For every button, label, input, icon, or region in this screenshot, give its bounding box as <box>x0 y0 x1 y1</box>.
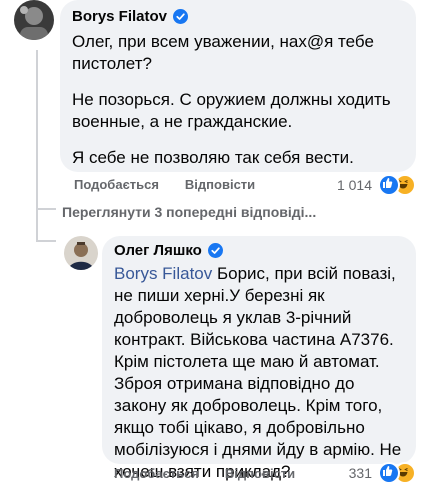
like-button[interactable]: Подобається <box>74 177 159 192</box>
reply-button[interactable]: Відповісти <box>185 177 255 192</box>
like-reaction-icon <box>378 174 400 196</box>
comment-author[interactable]: Олег Ляшко <box>114 242 202 259</box>
reaction-summary[interactable]: 331 <box>349 462 416 484</box>
thread-line <box>36 50 38 210</box>
verified-badge-icon <box>207 243 223 258</box>
comment-paragraph: Я себе не позволяю так себя вести. <box>72 148 354 167</box>
reply-button[interactable]: Відповісти <box>225 466 295 481</box>
thread-line <box>36 210 38 240</box>
mention-link[interactable]: Borys Filatov <box>114 264 212 283</box>
avatar-borys-filatov[interactable] <box>14 0 54 40</box>
comment-actions: Подобається Відповісти <box>114 466 295 481</box>
reaction-summary[interactable]: 1 014 <box>337 174 416 196</box>
comment-author-row: Borys Filatov <box>72 8 404 25</box>
like-button[interactable]: Подобається <box>114 466 199 481</box>
comment-body: Борис, при всій повазі, не пиши херні.У … <box>114 264 402 481</box>
verified-badge-icon <box>173 9 189 24</box>
reaction-count: 331 <box>348 465 372 481</box>
avatar-oleg-lyashko[interactable] <box>64 236 98 270</box>
thread-line <box>36 240 56 242</box>
comment-text: Borys Filatov Борис, при всій повазі, не… <box>114 263 404 483</box>
view-previous-replies-link[interactable]: Переглянути 3 попередні відповіді... <box>62 204 316 220</box>
reaction-count: 1 014 <box>336 177 372 193</box>
comment-bubble: Олег Ляшко Borys Filatov Борис, при всій… <box>102 236 416 481</box>
comment-bubble: Borys Filatov Олег, при всем уважении, н… <box>60 0 416 172</box>
comment-actions: Подобається Відповісти <box>74 177 255 192</box>
like-reaction-icon <box>378 462 400 484</box>
comment-paragraph: Не позорься. С оружием должны ходить вое… <box>72 90 391 131</box>
comment-author[interactable]: Borys Filatov <box>72 8 167 25</box>
comment-paragraph: Олег, при всем уважении, нах@я тебе пист… <box>72 32 374 73</box>
comment-author-row: Олег Ляшко <box>114 242 404 259</box>
thread-line <box>36 208 56 210</box>
